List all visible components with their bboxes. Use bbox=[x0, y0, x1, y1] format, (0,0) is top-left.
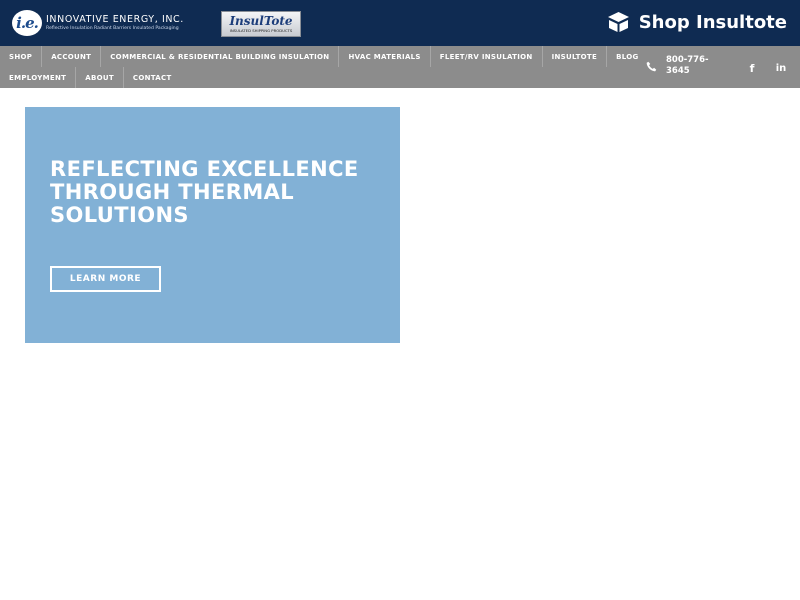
hero-title: REFLECTING EXCELLENCE THROUGH THERMAL SO… bbox=[50, 157, 359, 227]
hero-banner: REFLECTING EXCELLENCE THROUGH THERMAL SO… bbox=[25, 107, 400, 343]
nav-item-fleet-rv-insulation[interactable]: FLEET/RV INSULATION bbox=[431, 46, 543, 67]
insultote-brand: InsulTote bbox=[229, 13, 293, 28]
phone-link[interactable]: 800-776-3645 bbox=[646, 55, 724, 77]
logo-monogram: i.e. bbox=[12, 10, 42, 36]
nav-item-about[interactable]: ABOUT bbox=[76, 67, 124, 88]
learn-more-button[interactable]: LEARN MORE bbox=[50, 266, 161, 292]
box-icon bbox=[607, 12, 629, 32]
company-name: INNOVATIVE ENERGY, INC. bbox=[46, 14, 184, 25]
shop-insultote-label: Shop Insultote bbox=[638, 11, 787, 33]
company-tagline: Reflective Insulation Radiant Barriers I… bbox=[46, 26, 179, 31]
insultote-subtitle: INSULATED SHIPPING PRODUCTS bbox=[229, 27, 293, 33]
facebook-icon[interactable]: f bbox=[746, 62, 758, 75]
shop-insultote-link[interactable]: Shop Insultote bbox=[606, 11, 787, 33]
nav-item-hvac-materials[interactable]: HVAC MATERIALS bbox=[339, 46, 431, 67]
nav-item-blog[interactable]: BLOG bbox=[607, 46, 647, 67]
phone-icon bbox=[646, 61, 657, 71]
nav-item-shop[interactable]: SHOP bbox=[0, 46, 43, 67]
nav-row-2: EMPLOYMENT ABOUT CONTACT bbox=[0, 67, 181, 88]
nav-item-employment[interactable]: EMPLOYMENT bbox=[0, 67, 77, 88]
logo-words: INNOVATIVE ENERGY, INC. Reflective Insul… bbox=[46, 14, 184, 32]
nav-item-contact[interactable]: CONTACT bbox=[124, 67, 181, 88]
insultote-logo[interactable]: InsulTote INSULATED SHIPPING PRODUCTS bbox=[221, 11, 301, 37]
linkedin-icon[interactable]: in bbox=[775, 62, 787, 74]
nav-item-building-insulation[interactable]: COMMERCIAL & RESIDENTIAL BUILDING INSULA… bbox=[101, 46, 340, 67]
nav-row-1: SHOP ACCOUNT COMMERCIAL & RESIDENTIAL BU… bbox=[0, 46, 648, 67]
innovative-energy-logo[interactable]: i.e. INNOVATIVE ENERGY, INC. Reflective … bbox=[12, 10, 184, 36]
top-header: i.e. INNOVATIVE ENERGY, INC. Reflective … bbox=[0, 0, 800, 46]
nav-item-insultote[interactable]: INSULTOTE bbox=[543, 46, 608, 67]
main-navigation: SHOP ACCOUNT COMMERCIAL & RESIDENTIAL BU… bbox=[0, 46, 800, 88]
nav-item-account[interactable]: ACCOUNT bbox=[42, 46, 102, 67]
phone-number: 800-776-3645 bbox=[666, 55, 709, 76]
